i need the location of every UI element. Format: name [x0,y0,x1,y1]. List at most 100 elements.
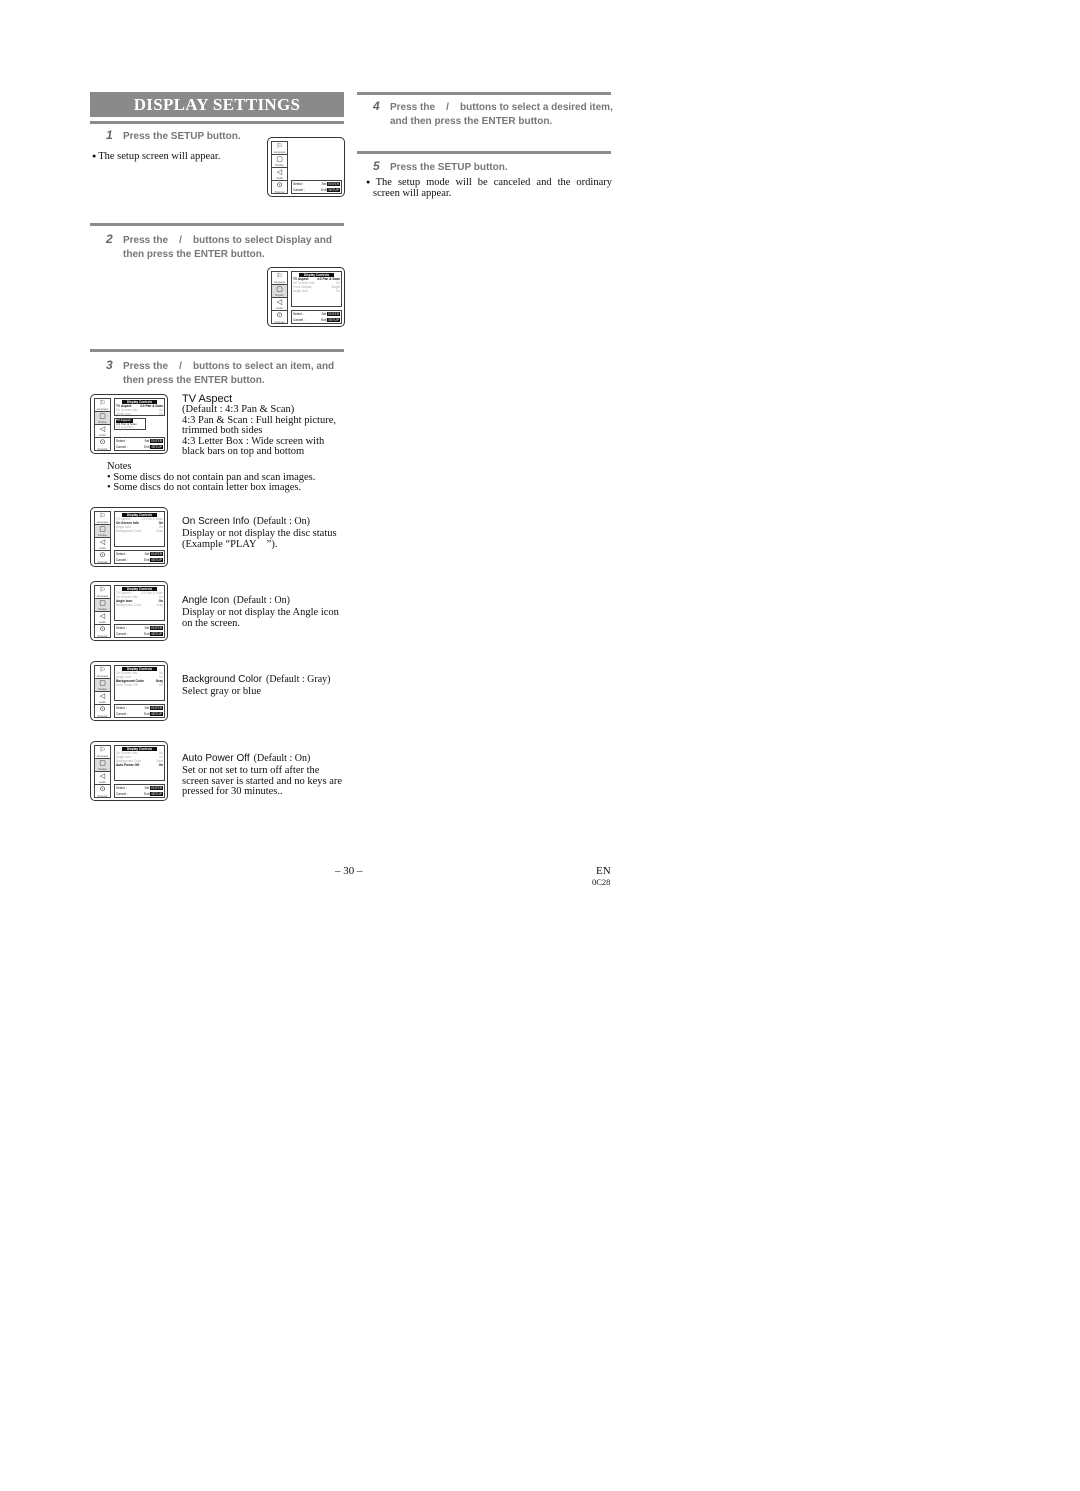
bullet-text: The setup screen will appear. [98,151,221,162]
item-line: (Default : 4:3 Pan & Scan) [182,404,295,415]
monitor-icon: ▢ Display [95,525,110,538]
step-number: 5 [373,159,380,173]
step-text-2: and then press the ENTER button. [390,116,553,127]
setup-screen-on-screen-info: ⚐ Language ▢ Display ◁ Audio ⊙ Parental Disp… [90,507,168,567]
monitor-icon: ▢ Display [95,679,110,692]
step-text-2: then press the ENTER button. [123,375,265,386]
item-line: (Example “PLAY ”). [182,538,278,550]
item-line: Display or not display the Angle icon [182,607,339,618]
screen-footer: Select : Set ENTER Cancel : Exit SETUP [291,180,342,194]
step-text: Press the SETUP button. [123,131,241,142]
speaker-icon: ◁ Audio [95,538,110,551]
setup-screen-2: ⚐ Language ▢ Display ◁ Audio ⊙ Parental Disp… [267,267,345,327]
setup-screen-auto-power-off: ⚐ Language ▢ Display ◁ Audio ⊙ Parental Disp… [90,741,168,801]
step-number: 1 [106,128,113,142]
step-text: Press the / buttons to select Display an… [123,235,332,246]
item-line: Select gray or blue [182,686,262,697]
display-controls-panel: Display Controls TV Aspect 4:3 Pan & Scan… [114,585,165,621]
speaker-icon: ◁ Audio [95,612,110,625]
lock-icon: ⊙ Parental [274,182,285,194]
display-controls-panel: Display Controls TV Aspect 4:3 Pan & Scan… [114,511,165,547]
step-2: 2 Press the / buttons to select Display a… [106,232,348,262]
notes: Notes • Some discs do not contain pan an… [107,461,315,494]
screen-footer: Select : Set ENTER Cancel : Exit SETUP [114,624,165,638]
divider [357,92,611,95]
lock-icon: ⊙ Parental [97,626,108,638]
display-controls-panel: Display Controls On Screen Info On Angle … [114,665,165,701]
display-controls-panel: Display Controls TV Aspect 4:3 Pan & Scan… [291,271,342,307]
monitor-icon: ▢ Display [272,285,287,298]
item-line: Set or not set to turn off after the [182,765,320,776]
item-auto-power-off: Auto Power Off (Default : On) Set or not… [182,748,352,798]
lock-icon: ⊙ Parental [97,786,108,798]
screen-footer: Select : Set ENTER Cancel : Exit SETUP [114,550,165,564]
screen-footer: Select : Set ENTER Cancel : Exit SETUP [114,784,165,798]
language-code: EN [596,865,611,877]
step-number: 4 [373,99,380,113]
note-item: • Some discs do not contain letter box i… [107,482,302,493]
divider [90,349,344,352]
step-text-2: then press the ENTER button. [123,249,265,260]
item-default: (Default : Gray) [266,674,331,685]
item-background-color: Background Color (Default : Gray) Select… [182,669,352,698]
screen-footer: Select : Set ENTER Cancel : Exit SETUP [114,437,165,451]
divider [90,223,344,226]
monitor-icon: ▢ Display [95,599,110,612]
speaker-icon: ◁ Audio [95,425,110,438]
side-menu: ⚐ Language ▢ Display ◁ Audio ⊙ Parental [94,511,111,564]
item-default: (Default : On) [253,516,310,527]
setup-screen-tv-aspect: ⚐ Language ▢ Display ◁ Audio ⊙ Parental Disp… [90,394,168,454]
side-menu: ⚐ Language ▢ Display ◁ Audio ⊙ Parental [94,745,111,798]
monitor-icon: ▢ Display [95,759,110,772]
lock-icon: ⊙ Parental [97,439,108,451]
side-menu: ⚐ Language ▢ Display ◁ Audio ⊙ Parental [271,271,288,324]
item-angle-icon: Angle Icon (Default : On) Display or not… [182,590,352,629]
section-title: DISPLAY SETTINGS [90,92,344,117]
lock-icon: ⊙ Parental [97,706,108,718]
step-1-bullet: The setup screen will appear. [92,151,221,163]
step-text: Press the / buttons to select a desired … [390,102,613,113]
flag-icon: ⚐ Language [95,513,110,525]
flag-icon: ⚐ Language [272,273,287,285]
item-tv-aspect: TV Aspect (Default : 4:3 Pan & Scan) 4:3… [182,393,352,458]
flag-icon: ⚐ Language [95,747,110,759]
divider [357,151,611,154]
step-number: 2 [106,232,113,246]
side-menu: ⚐ Language ▢ Display ◁ Audio ⊙ Parental [94,398,111,451]
step-text: Press the / buttons to select an item, a… [123,361,335,372]
step-5-bullet: The setup mode will be canceled and the … [366,177,612,199]
step-1: 1 Press the SETUP button. [106,128,263,144]
item-line: Display or not display the disc status [182,528,337,539]
step-5: 5 Press the SETUP button. [373,159,615,175]
speaker-icon: ◁ Audio [95,772,110,785]
setup-screen-angle-icon: ⚐ Language ▢ Display ◁ Audio ⊙ Parental Disp… [90,581,168,641]
display-controls-panel: Display Controls On Screen Info On Angle … [114,745,165,781]
bullet-text: The setup mode will be canceled and the … [375,177,612,188]
item-title: Auto Power Off [182,753,250,764]
step-3: 3 Press the / buttons to select an item, … [106,358,348,388]
step-number: 3 [106,358,113,372]
side-menu: ⚐ Language ▢ Display ◁ Audio ⊙ Parental [94,585,111,638]
setup-screen-1: ⚐ Language ▢ Display ◁ Audio ⊙ Parental Sele… [267,137,345,197]
lock-icon: ⊙ Parental [274,312,285,324]
item-title: On Screen Info [182,516,250,527]
bullet-text: screen will appear. [373,187,452,199]
flag-icon: ⚐ Language [272,143,287,155]
step-text: Press the SETUP button. [390,162,508,173]
tv-aspect-submenu: TV Aspect 4:3 Pan & Scan 4:3 LetterBox [114,418,146,430]
page-number: – 30 – [335,865,363,877]
divider [90,121,344,124]
side-menu: ⚐ Language ▢ Display ◁ Audio ⊙ Parental [271,141,288,194]
speaker-icon: ◁ Audio [272,168,287,181]
speaker-icon: ◁ Audio [272,298,287,311]
item-title: Angle Icon [182,595,230,606]
setup-screen-background-color: ⚐ Language ▢ Display ◁ Audio ⊙ Parental Disp… [90,661,168,721]
item-default: (Default : On) [253,753,311,764]
screen-footer: Select : Set ENTER Cancel : Exit SETUP [114,704,165,718]
flag-icon: ⚐ Language [95,400,110,412]
item-title: Background Color [182,674,263,685]
item-default: (Default : On) [233,595,290,606]
display-controls-panel: Display Controls TV Aspect 4:3 Pan & Scan… [114,398,165,416]
document-code: 0C28 [592,877,611,887]
item-line: on the screen. [182,617,241,629]
